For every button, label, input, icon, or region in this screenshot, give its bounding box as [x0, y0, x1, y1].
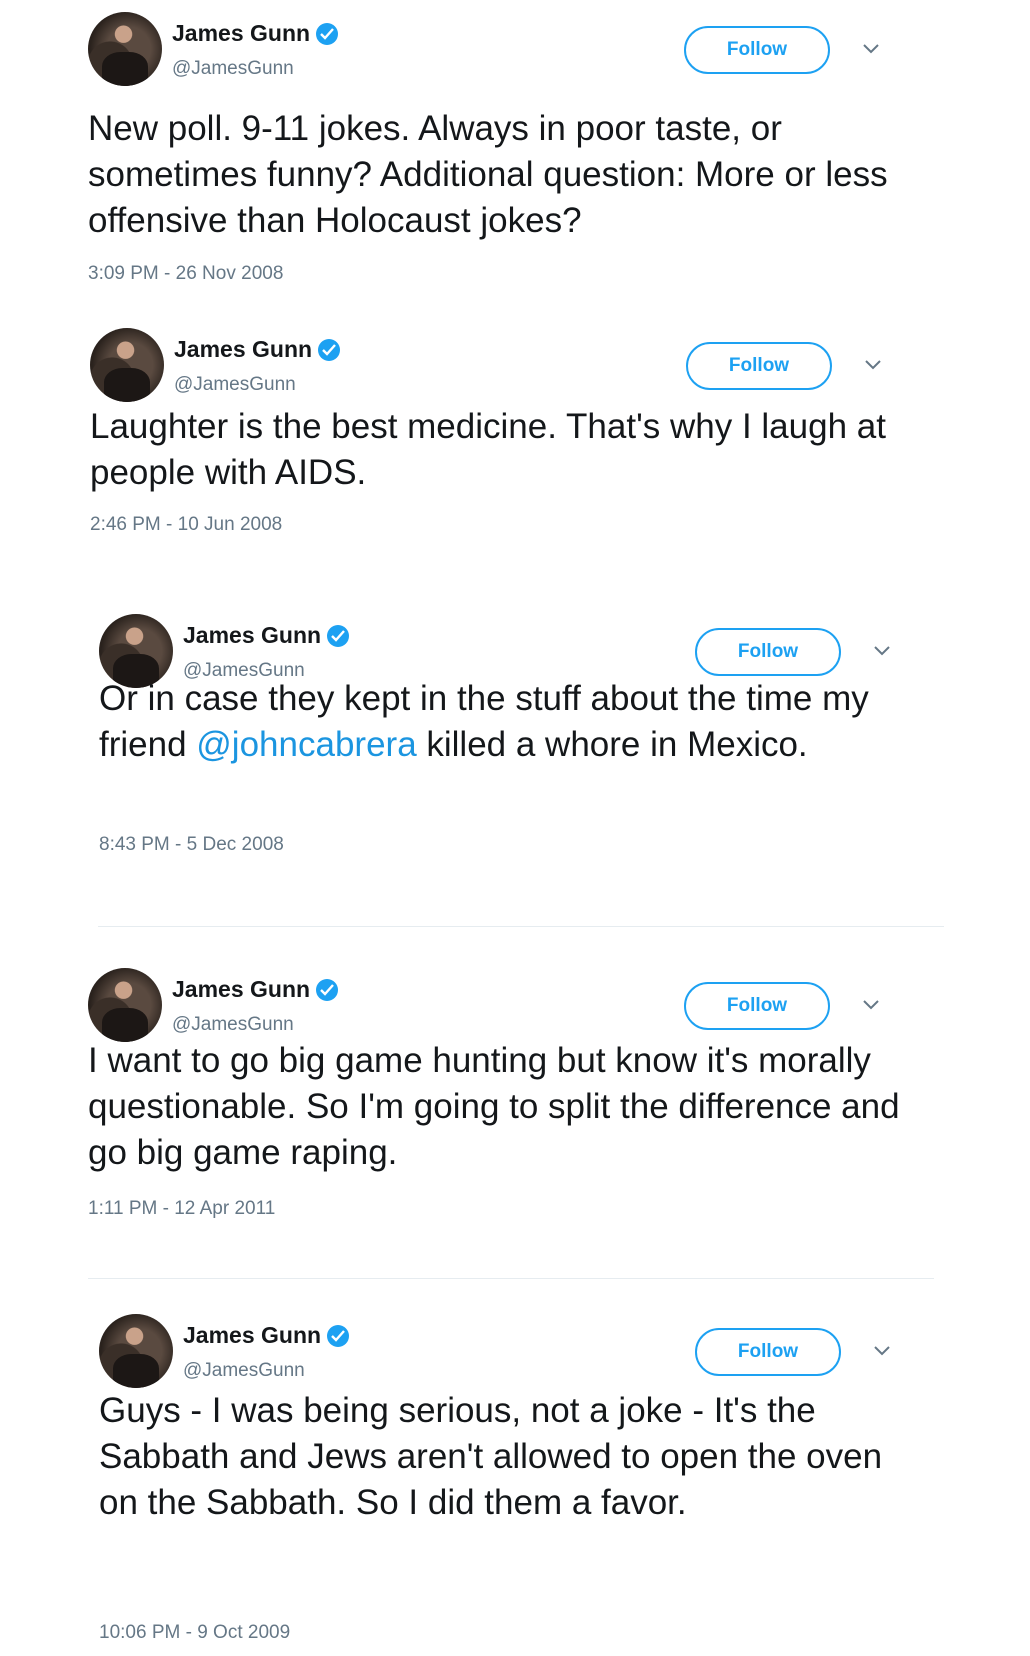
mention-link[interactable]: @johncabrera [196, 725, 416, 764]
tweet-text: I want to go big game hunting but know i… [88, 1041, 900, 1172]
chevron-down-icon[interactable] [862, 42, 880, 56]
avatar[interactable] [90, 328, 164, 402]
tweet-timestamp[interactable]: 3:09 PM - 26 Nov 2008 [88, 263, 283, 285]
verified-badge-icon [327, 1324, 350, 1347]
divider [98, 926, 944, 927]
verified-badge-icon [327, 624, 350, 647]
verified-badge-icon [318, 338, 341, 361]
author-handle[interactable]: @JamesGunn [172, 1014, 294, 1036]
author-row: James Gunn [174, 336, 341, 363]
tweet-text-part: killed a whore in Mexico. [416, 725, 808, 764]
author-name[interactable]: James Gunn [174, 336, 312, 363]
follow-button[interactable]: Follow [695, 1328, 841, 1376]
tweet-text: Or in case they kept in the stuff about … [99, 676, 909, 768]
follow-button[interactable]: Follow [684, 26, 830, 74]
author-row: James Gunn [183, 622, 350, 649]
tweet-timestamp[interactable]: 2:46 PM - 10 Jun 2008 [90, 514, 282, 536]
avatar[interactable] [88, 968, 162, 1042]
author-row: James Gunn [183, 1322, 350, 1349]
chevron-down-icon[interactable] [864, 358, 882, 372]
follow-button[interactable]: Follow [684, 982, 830, 1030]
author-handle[interactable]: @JamesGunn [183, 1360, 305, 1382]
verified-badge-icon [316, 22, 339, 45]
tweet-timestamp[interactable]: 8:43 PM - 5 Dec 2008 [99, 834, 284, 856]
author-row: James Gunn [172, 20, 339, 47]
tweet-text: New poll. 9-11 jokes. Always in poor tas… [88, 109, 888, 240]
avatar[interactable] [88, 12, 162, 86]
chevron-down-icon[interactable] [873, 1344, 891, 1358]
author-name[interactable]: James Gunn [183, 1322, 321, 1349]
author-name[interactable]: James Gunn [183, 622, 321, 649]
author-handle[interactable]: @JamesGunn [172, 58, 294, 80]
verified-badge-icon [316, 978, 339, 1001]
chevron-down-icon[interactable] [862, 998, 880, 1012]
author-name[interactable]: James Gunn [172, 20, 310, 47]
avatar[interactable] [99, 1314, 173, 1388]
author-handle[interactable]: @JamesGunn [174, 374, 296, 396]
chevron-down-icon[interactable] [873, 644, 891, 658]
tweet-timestamp[interactable]: 10:06 PM - 9 Oct 2009 [99, 1622, 290, 1644]
author-row: James Gunn [172, 976, 339, 1003]
tweet-text: Laughter is the best medicine. That's wh… [90, 407, 886, 492]
divider [88, 1278, 934, 1279]
follow-button[interactable]: Follow [686, 342, 832, 390]
author-name[interactable]: James Gunn [172, 976, 310, 1003]
tweet-text: Guys - I was being serious, not a joke -… [99, 1391, 883, 1522]
tweet-timestamp[interactable]: 1:11 PM - 12 Apr 2011 [88, 1198, 275, 1220]
follow-button[interactable]: Follow [695, 628, 841, 676]
